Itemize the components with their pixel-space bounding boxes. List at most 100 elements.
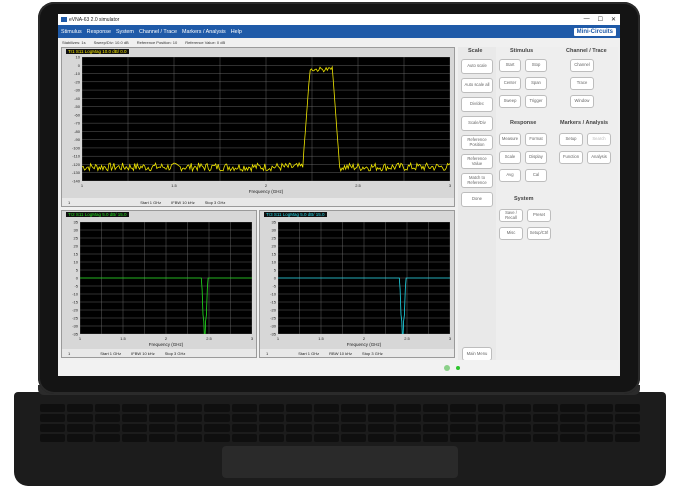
scale-panel: Scale Auto scale Auto scale all Div/dec …	[458, 47, 496, 372]
misc-button[interactable]: Misc	[499, 227, 523, 240]
trace-1-svg	[81, 56, 451, 182]
x-tick-label: 1	[79, 336, 82, 341]
maximize-button[interactable]: ☐	[598, 16, 603, 23]
bottom-strip	[58, 360, 620, 376]
menu-markers-analysis[interactable]: Markers / Analysis	[182, 29, 226, 35]
window-button[interactable]: Window	[570, 95, 594, 108]
y-tick-label: -20	[270, 308, 277, 313]
format-button[interactable]: Format	[525, 133, 547, 146]
reference-position-button[interactable]: Reference Position	[461, 135, 493, 150]
status-dot-icon	[444, 365, 450, 371]
menu-help[interactable]: Help	[231, 29, 242, 35]
div-dec-button[interactable]: Div/dec	[461, 97, 493, 112]
search-button[interactable]: Search	[587, 133, 611, 146]
x-tick-label: 1	[81, 183, 84, 188]
y-tick-label: 5	[274, 268, 277, 273]
stop-button[interactable]: Stop	[525, 59, 547, 72]
keyboard-key	[67, 414, 93, 422]
keyboard-key	[587, 414, 613, 422]
done-button[interactable]: Done	[461, 192, 493, 207]
channel-button[interactable]: Channel	[570, 59, 594, 72]
keyboard-key	[67, 404, 93, 412]
avg-button[interactable]: Avg	[499, 169, 521, 182]
menu-system[interactable]: System	[116, 29, 134, 35]
trace-window-2[interactable]: Tr2 S11 LogMag 5.0 dB/ 15.0 35 30 25 20 15 10…	[61, 210, 257, 358]
keyboard-key	[204, 404, 230, 412]
channel-trace-title: Channel / Trace	[566, 48, 607, 54]
trace-3-label[interactable]: Tr3 S11 LogMag 5.0 dB/ 15.0	[264, 212, 327, 217]
keyboard-key	[587, 424, 613, 432]
cal-button[interactable]: Cal	[525, 169, 547, 182]
keyboard-key	[395, 434, 422, 442]
laptop-photo: eVNA-63 2.0 simulator — ☐ ✕ Stimulus Res…	[0, 0, 680, 488]
keyboard-key	[258, 414, 285, 422]
keyboard-key	[340, 404, 367, 412]
sweep-button[interactable]: Sweep	[499, 95, 521, 108]
foot-marker-2: 1	[68, 350, 71, 356]
trace-2-label[interactable]: Tr2 S11 LogMag 5.0 dB/ 15.0	[66, 212, 129, 217]
x-tick-label: 2.5	[206, 336, 212, 341]
keyboard-key	[40, 424, 66, 432]
trace-1-label[interactable]: Tr1 S11 LogMag 10.0 dB/ 0.0	[66, 49, 129, 54]
y-tick-label: -25	[270, 316, 277, 321]
plot-area-1[interactable]	[81, 56, 451, 182]
y-tick-label: 35	[74, 220, 79, 225]
scale-div-button[interactable]: Scale/Div	[461, 116, 493, 131]
keyboard-key	[286, 424, 312, 432]
x-tick-label: 1.5	[120, 336, 126, 341]
menu-stimulus[interactable]: Stimulus	[61, 29, 82, 35]
center-button[interactable]: Center	[499, 77, 521, 90]
trigger-button[interactable]: Trigger	[525, 95, 547, 108]
y-tick-label: -30	[270, 324, 277, 329]
x-tick-label: 2	[363, 336, 366, 341]
keyboard-key	[477, 414, 504, 422]
x-tick-label: 3	[251, 336, 254, 341]
keyboard-key	[559, 414, 586, 422]
setup-button[interactable]: Setup	[559, 133, 583, 146]
auto-scale-all-button[interactable]: Auto scale all	[461, 78, 493, 93]
analysis-button[interactable]: Analysis	[587, 151, 611, 164]
y-tick-label: -20	[72, 308, 79, 313]
keyboard-key	[368, 414, 394, 422]
stimulus-title: Stimulus	[510, 48, 534, 54]
keyboard-key	[122, 404, 148, 412]
measure-button[interactable]: Measure	[499, 133, 521, 146]
preset-button[interactable]: Preset	[527, 209, 551, 222]
span-button[interactable]: Span	[525, 77, 547, 90]
menu-response[interactable]: Response	[87, 29, 111, 35]
menu-channel-trace[interactable]: Channel / Trace	[139, 29, 177, 35]
function-button[interactable]: Function	[559, 151, 583, 164]
start-button[interactable]: Start	[499, 59, 521, 72]
keyboard-key	[258, 424, 285, 432]
setup-ctrl-button[interactable]: Setup/Ctrl	[527, 227, 551, 240]
y-tick-label: 35	[272, 220, 277, 225]
match-to-reference-button[interactable]: Match to Reference	[461, 173, 493, 188]
y-tick-label: -10	[72, 292, 79, 297]
plot-area-3[interactable]	[277, 221, 451, 347]
foot-start: Start 1 GHz	[140, 199, 162, 205]
keyboard-key	[258, 434, 285, 442]
save-recall-button[interactable]: Save / Recall	[499, 209, 523, 222]
minimize-button[interactable]: —	[584, 16, 590, 23]
close-button[interactable]: ✕	[611, 16, 616, 23]
x-tick-label: 1.5	[171, 183, 177, 188]
keyboard-key	[94, 424, 121, 432]
reference-value-button[interactable]: Reference Value	[461, 154, 493, 169]
keyboard-key	[313, 404, 339, 412]
info-stabilizes: Stabilizes: 1s	[62, 39, 86, 45]
main-menu-button[interactable]: Main Menu	[462, 347, 492, 361]
display-button[interactable]: Display	[525, 151, 547, 164]
auto-scale-button[interactable]: Auto scale	[461, 59, 493, 74]
trace-window-1[interactable]: Tr1 S11 LogMag 10.0 dB/ 0.0 10 0 -10 -20 -30…	[61, 47, 455, 207]
y-tick-label: -70	[74, 121, 81, 126]
y-tick-label: -80	[74, 129, 81, 134]
keyboard-key	[231, 434, 257, 442]
keyboard-key	[40, 434, 66, 442]
keyboard-key	[505, 414, 531, 422]
keyboard-key	[313, 424, 339, 432]
trace-window-3[interactable]: Tr3 S11 LogMag 5.0 dB/ 15.0 35 30 25 20 15 10…	[259, 210, 455, 358]
trace-button[interactable]: Trace	[570, 77, 594, 90]
response-title: Response	[510, 120, 537, 126]
scale-button[interactable]: Scale	[499, 151, 521, 164]
plot-area-2[interactable]	[79, 221, 253, 347]
